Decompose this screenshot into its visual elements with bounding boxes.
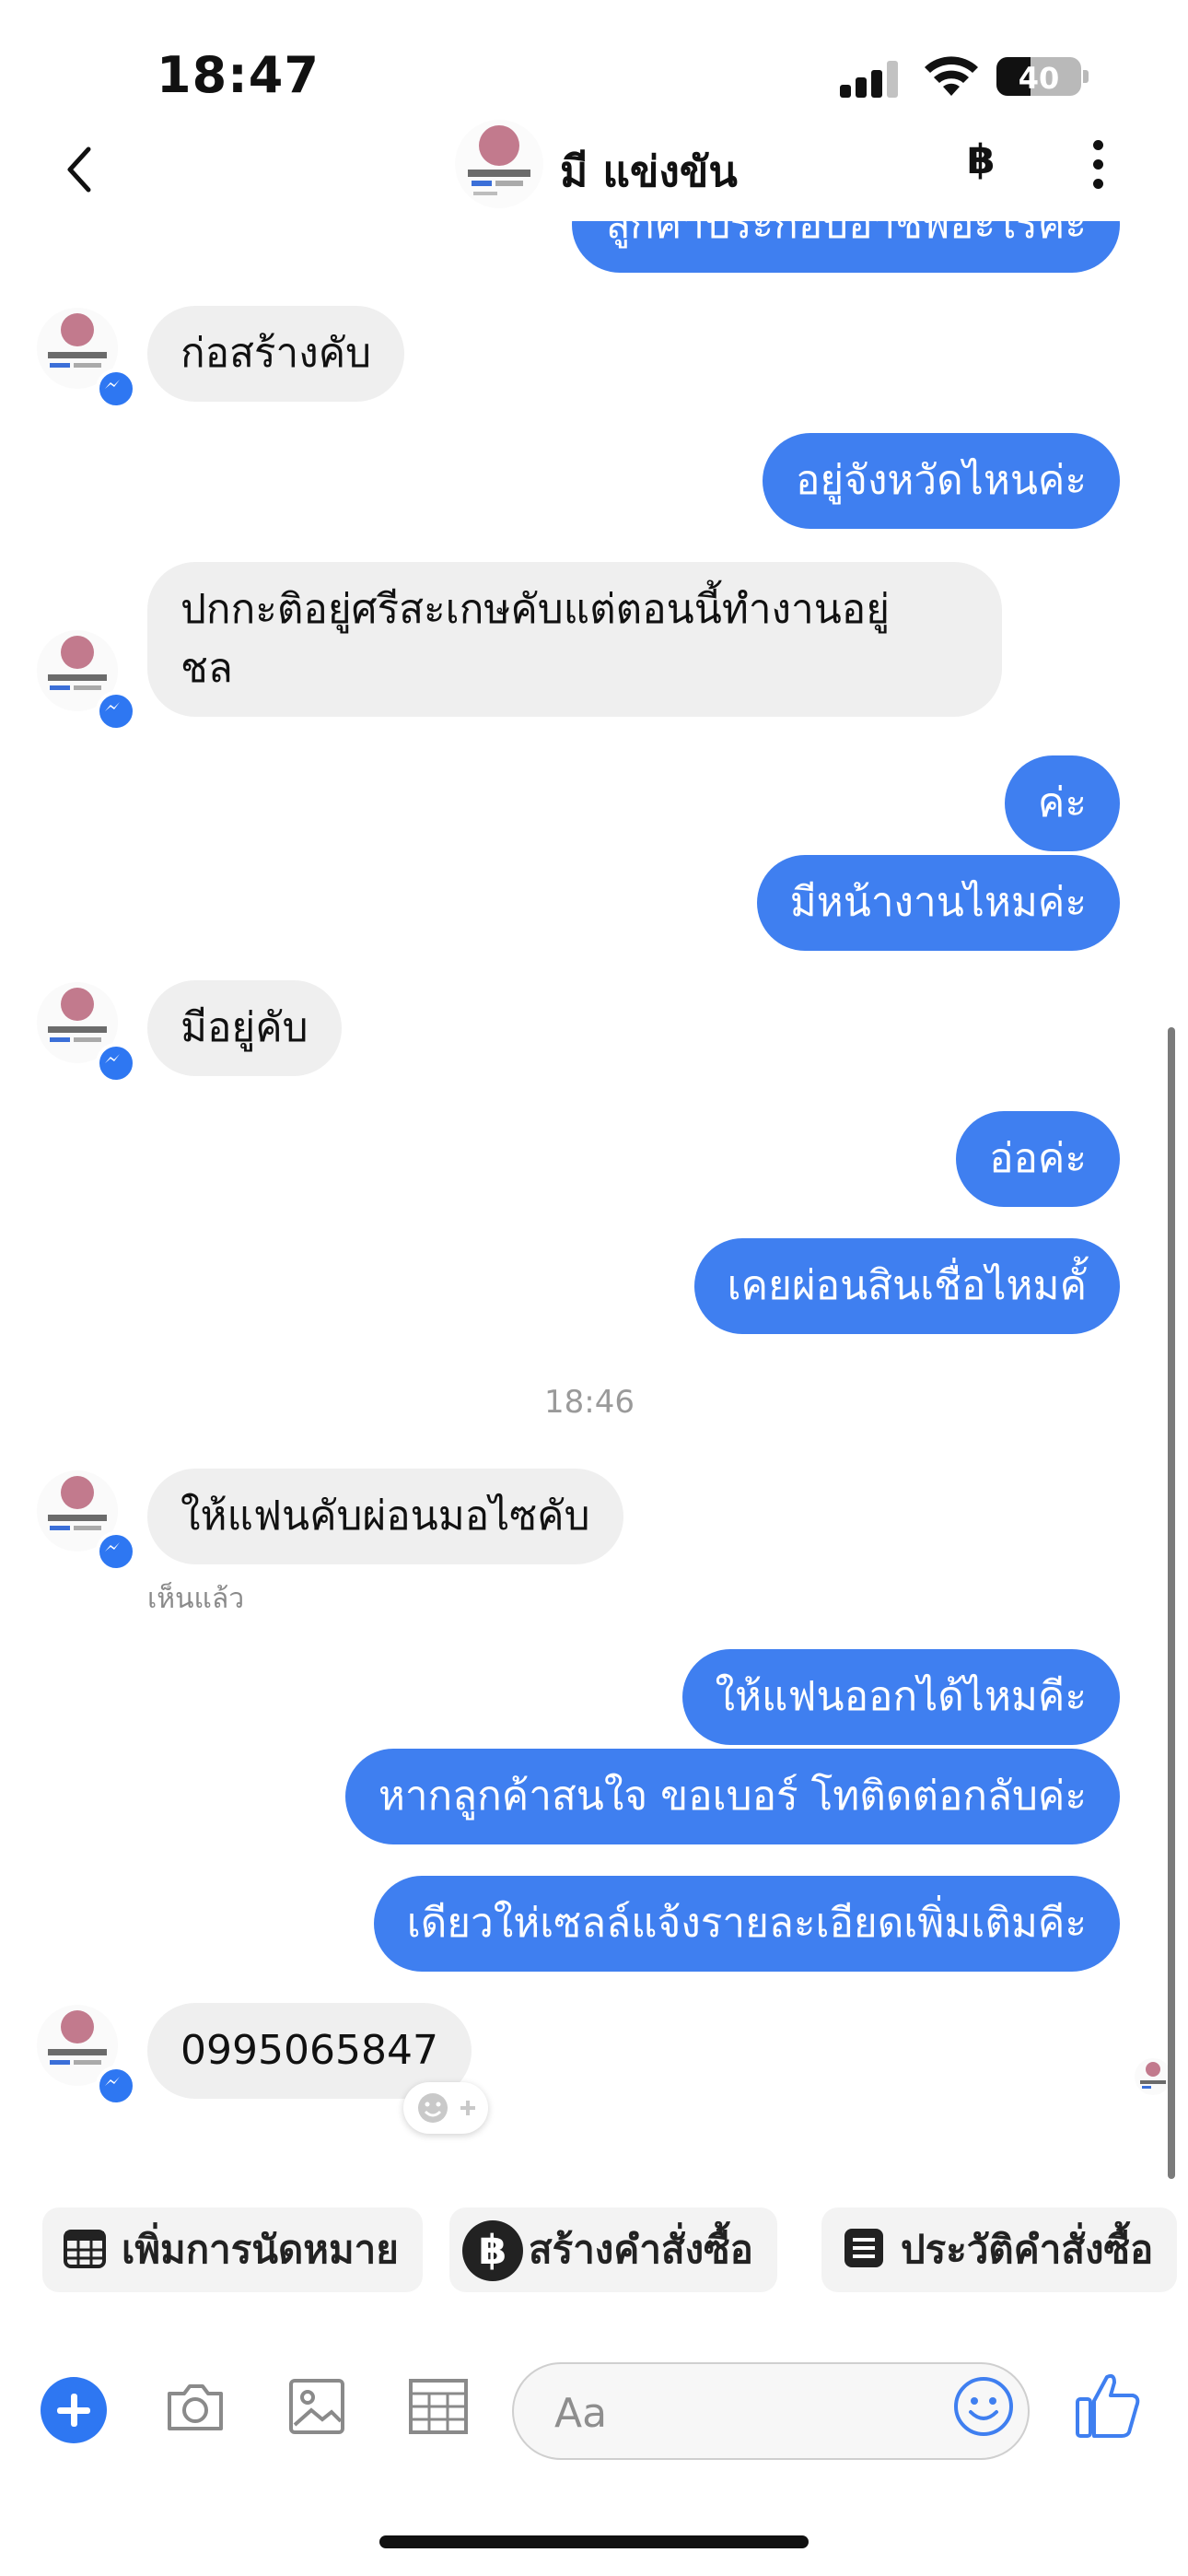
message-incoming[interactable]: ก่อสร้างคับ — [147, 306, 405, 402]
sender-avatar[interactable] — [37, 982, 136, 1083]
messenger-icon — [96, 369, 136, 409]
message-outgoing[interactable]: เดียวให่เซลล์แจ้งรายละเอียดเพิ่มเติมคีะ — [373, 1876, 1120, 1972]
quick-action-appointment[interactable]: เพิ่มการนัดหมาย — [42, 2207, 423, 2292]
more-options-icon[interactable] — [1090, 140, 1105, 195]
contact-avatar[interactable] — [455, 120, 543, 208]
message-input-placeholder: Aa — [554, 2390, 608, 2437]
cellular-signal-icon — [840, 61, 899, 98]
sender-avatar[interactable] — [37, 1470, 136, 1572]
message-outgoing[interactable]: เคยผ่อนสินเชื่อไหมคั้ — [693, 1238, 1120, 1334]
battery-tip — [1083, 70, 1089, 83]
status-time: 18:47 — [157, 46, 320, 104]
thumbs-up-icon[interactable] — [1074, 2368, 1144, 2441]
baht-icon: ฿ — [462, 2220, 523, 2281]
message-outgoing[interactable]: ลูกค้าประกอบอาชีพอะไรคะ — [572, 221, 1120, 273]
quick-action-label: ประวัติคำสั่งซื้อ — [901, 2227, 1154, 2272]
quick-action-label: สร้างคำสั่งซื้อ — [529, 2227, 753, 2272]
camera-icon[interactable] — [162, 2373, 228, 2440]
message-list[interactable]: ลูกค้าประกอบอาชีพอะไรคะ ก่อสร้างคับ อยู่… — [0, 221, 1188, 2184]
baht-icon[interactable]: ฿ — [967, 136, 996, 183]
quick-action-order-history[interactable]: ประวัติคำสั่งซื้อ — [821, 2207, 1178, 2292]
wifi-icon — [925, 56, 978, 96]
plus-icon[interactable] — [41, 2377, 107, 2443]
messenger-icon — [96, 1043, 136, 1083]
message-composer: Aa — [0, 2340, 1188, 2488]
message-line: ชล — [181, 645, 233, 692]
message-outgoing[interactable]: ค่ะ — [1004, 755, 1120, 851]
home-indicator — [379, 2535, 809, 2548]
seen-label: เห็นแล้ว — [147, 1583, 245, 1615]
battery-level: 40 — [1018, 61, 1060, 96]
emoji-icon[interactable] — [952, 2375, 1015, 2438]
message-outgoing[interactable]: อ่อค่ะ — [956, 1111, 1120, 1207]
messenger-icon — [96, 1531, 136, 1572]
calendar-icon — [64, 2230, 106, 2268]
table-icon[interactable] — [405, 2373, 472, 2440]
back-icon[interactable] — [57, 142, 103, 197]
sender-avatar[interactable] — [37, 2005, 136, 2106]
message-outgoing[interactable]: มีหน้างานไหมค่ะ — [756, 855, 1120, 951]
message-timestamp: 18:46 — [544, 1384, 635, 1421]
seen-by-avatar — [1135, 2058, 1171, 2095]
message-outgoing[interactable]: หากลูกค้าสนใจ ขอเบอร์ โทติดต่อกลับค่ะ — [344, 1749, 1120, 1844]
quick-action-create-order[interactable]: ฿ สร้างคำสั่งซื้อ — [449, 2207, 777, 2292]
add-reaction-button[interactable] — [403, 2082, 488, 2134]
messenger-icon — [96, 2066, 136, 2106]
battery-icon: 40 — [996, 57, 1081, 96]
status-bar: 18:47 40 — [0, 0, 1188, 138]
contact-name[interactable]: มี แข่งขัน — [560, 138, 738, 205]
message-outgoing[interactable]: อยู่จังหวัดไหนค่ะ — [762, 433, 1120, 529]
add-reaction-icon — [418, 2093, 475, 2123]
messenger-icon — [96, 691, 136, 732]
chat-header: มี แข่งขัน ฿ — [0, 120, 1188, 221]
message-line: ปกกะติอยู่ศรีสะเกษคับแต่ตอนนี้ทำงานอยู่ — [181, 586, 890, 633]
message-incoming[interactable]: ปกกะติอยู่ศรีสะเกษคับแต่ตอนนี้ทำงานอยู่ … — [147, 562, 1002, 717]
order-history-icon — [844, 2229, 883, 2267]
message-incoming[interactable]: ให้แฟนคับผ่อนมอไซคับ — [147, 1469, 623, 1564]
scrollbar[interactable] — [1168, 1027, 1175, 2179]
sender-avatar[interactable] — [37, 630, 136, 732]
message-incoming[interactable]: มีอยู่คับ — [147, 980, 342, 1076]
message-outgoing[interactable]: ให้แฟนออกได้ไหมคีะ — [681, 1649, 1120, 1745]
sender-avatar[interactable] — [37, 308, 136, 409]
photo-icon[interactable] — [284, 2373, 350, 2440]
quick-action-label: เพิ่มการนัดหมาย — [122, 2227, 399, 2272]
